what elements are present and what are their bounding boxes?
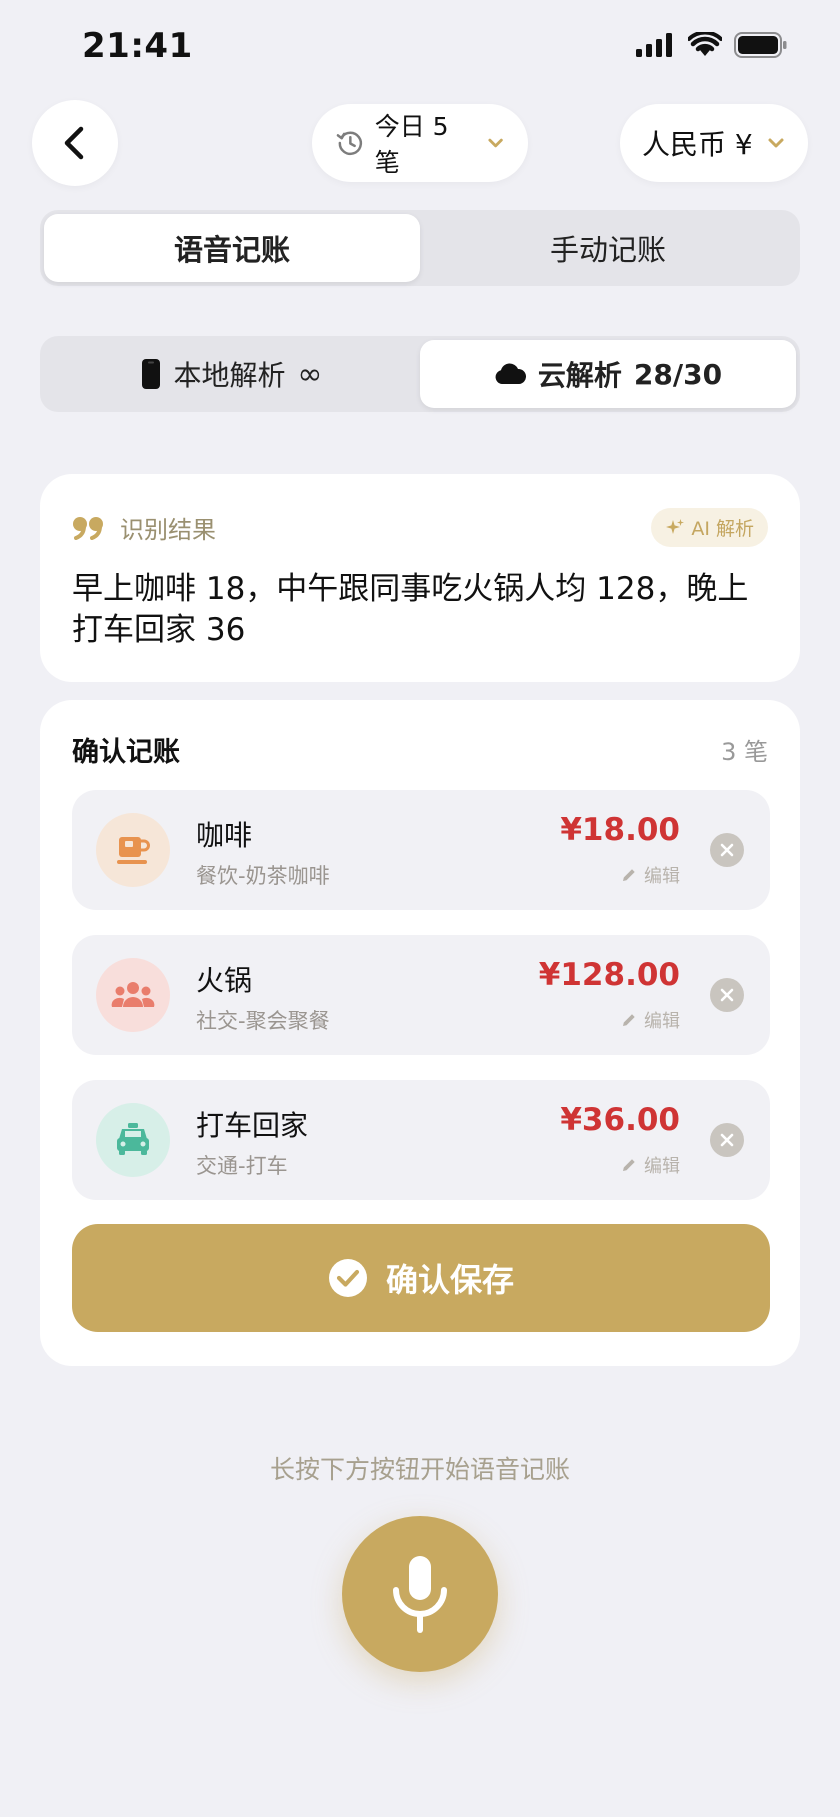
- list-item[interactable]: 火锅 社交-聚会聚餐 ¥128.00 编辑: [72, 935, 770, 1055]
- cloud-parse-label: 云解析: [537, 359, 622, 392]
- wifi-icon: [688, 32, 722, 56]
- entry-name: 火锅: [196, 964, 253, 997]
- list-item[interactable]: 打车回家 交通-打车 ¥36.00 编辑: [72, 1080, 770, 1200]
- signal-icon: [636, 33, 672, 57]
- ai-badge-label: AI 解析: [691, 518, 754, 540]
- entry-category: 餐饮-奶茶咖啡: [196, 864, 330, 888]
- today-records-button[interactable]: 今日 5 笔: [312, 104, 528, 182]
- close-icon: [720, 988, 734, 1002]
- tab-local-parse[interactable]: 本地解析 ∞: [44, 340, 420, 408]
- close-icon: [720, 1133, 734, 1147]
- entry-category: 交通-打车: [196, 1154, 288, 1178]
- entry-amount[interactable]: ¥18.00: [560, 812, 680, 848]
- entry-name: 咖啡: [196, 819, 253, 852]
- cloud-parse-quota: 28/30: [633, 357, 723, 391]
- currency-selector[interactable]: 人民币 ¥: [620, 104, 808, 182]
- back-button[interactable]: [32, 100, 118, 186]
- close-icon: [720, 843, 734, 857]
- confirm-card: 确认记账 3 笔 咖啡 餐饮-奶茶咖啡 ¥18.00 编辑 火锅 社交-聚会聚餐…: [40, 700, 800, 1366]
- edit-button[interactable]: 编辑: [620, 1007, 680, 1033]
- chevron-down-icon: [488, 138, 503, 148]
- tab-manual-record[interactable]: 手动记账: [420, 214, 796, 282]
- local-parse-label: 本地解析: [173, 359, 286, 392]
- list-item[interactable]: 咖啡 餐饮-奶茶咖啡 ¥18.00 编辑: [72, 790, 770, 910]
- remove-entry-button[interactable]: [710, 978, 744, 1012]
- remove-entry-button[interactable]: [710, 833, 744, 867]
- ai-parse-badge: AI 解析: [651, 508, 768, 547]
- entry-count: 3 笔: [721, 738, 768, 766]
- edit-button[interactable]: 编辑: [620, 1152, 680, 1178]
- sparkle-icon: [666, 518, 685, 534]
- local-parse-quota: ∞: [297, 356, 323, 392]
- status-icons: [636, 32, 788, 58]
- mode-switcher: 语音记账 手动记账: [40, 210, 800, 286]
- confirm-title: 确认记账: [72, 737, 180, 768]
- edit-label: 编辑: [644, 1011, 680, 1032]
- voice-record-button[interactable]: [342, 1516, 498, 1672]
- recognition-text: 早上咖啡 18，中午跟同事吃火锅人均 128，晚上打车回家 36: [72, 571, 749, 648]
- chevron-down-icon: [768, 138, 784, 148]
- chevron-left-icon: [64, 126, 84, 160]
- battery-icon: [734, 32, 787, 58]
- recognition-card: 识别结果 AI 解析 早上咖啡 18，中午跟同事吃火锅人均 128，晚上打车回家…: [40, 474, 800, 682]
- phone-icon: [142, 359, 161, 389]
- recognition-title: 识别结果: [120, 516, 216, 544]
- quote-icon: [73, 516, 103, 540]
- cloud-icon: [495, 363, 526, 384]
- edit-label: 编辑: [644, 1156, 680, 1177]
- pencil-icon: [623, 1014, 635, 1026]
- pencil-icon: [623, 869, 635, 881]
- voice-hint: 长按下方按钮开始语音记账: [269, 1455, 570, 1484]
- taxi-icon: [96, 1103, 170, 1177]
- entry-amount[interactable]: ¥36.00: [560, 1102, 680, 1138]
- tab-voice-record[interactable]: 语音记账: [44, 214, 420, 282]
- tab-cloud-parse[interactable]: 云解析 28/30: [420, 340, 796, 408]
- people-icon: [96, 958, 170, 1032]
- currency-label: 人民币 ¥: [642, 128, 753, 161]
- edit-button[interactable]: 编辑: [620, 862, 680, 888]
- history-icon: [336, 131, 363, 156]
- remove-entry-button[interactable]: [710, 1123, 744, 1157]
- entry-category: 社交-聚会聚餐: [196, 1009, 330, 1033]
- status-time: 21:41: [82, 26, 193, 66]
- coffee-icon: [96, 813, 170, 887]
- confirm-save-button[interactable]: 确认保存: [72, 1224, 770, 1332]
- check-circle-icon: [328, 1259, 367, 1297]
- pencil-icon: [623, 1159, 635, 1171]
- entry-name: 打车回家: [196, 1109, 309, 1142]
- entry-amount[interactable]: ¥128.00: [539, 957, 680, 993]
- parse-mode-switcher: 本地解析 ∞ 云解析 28/30: [40, 336, 800, 412]
- microphone-icon: [393, 1556, 447, 1633]
- today-count-label: 今日 5 笔: [374, 112, 449, 177]
- edit-label: 编辑: [644, 866, 680, 887]
- save-button-label: 确认保存: [385, 1261, 514, 1299]
